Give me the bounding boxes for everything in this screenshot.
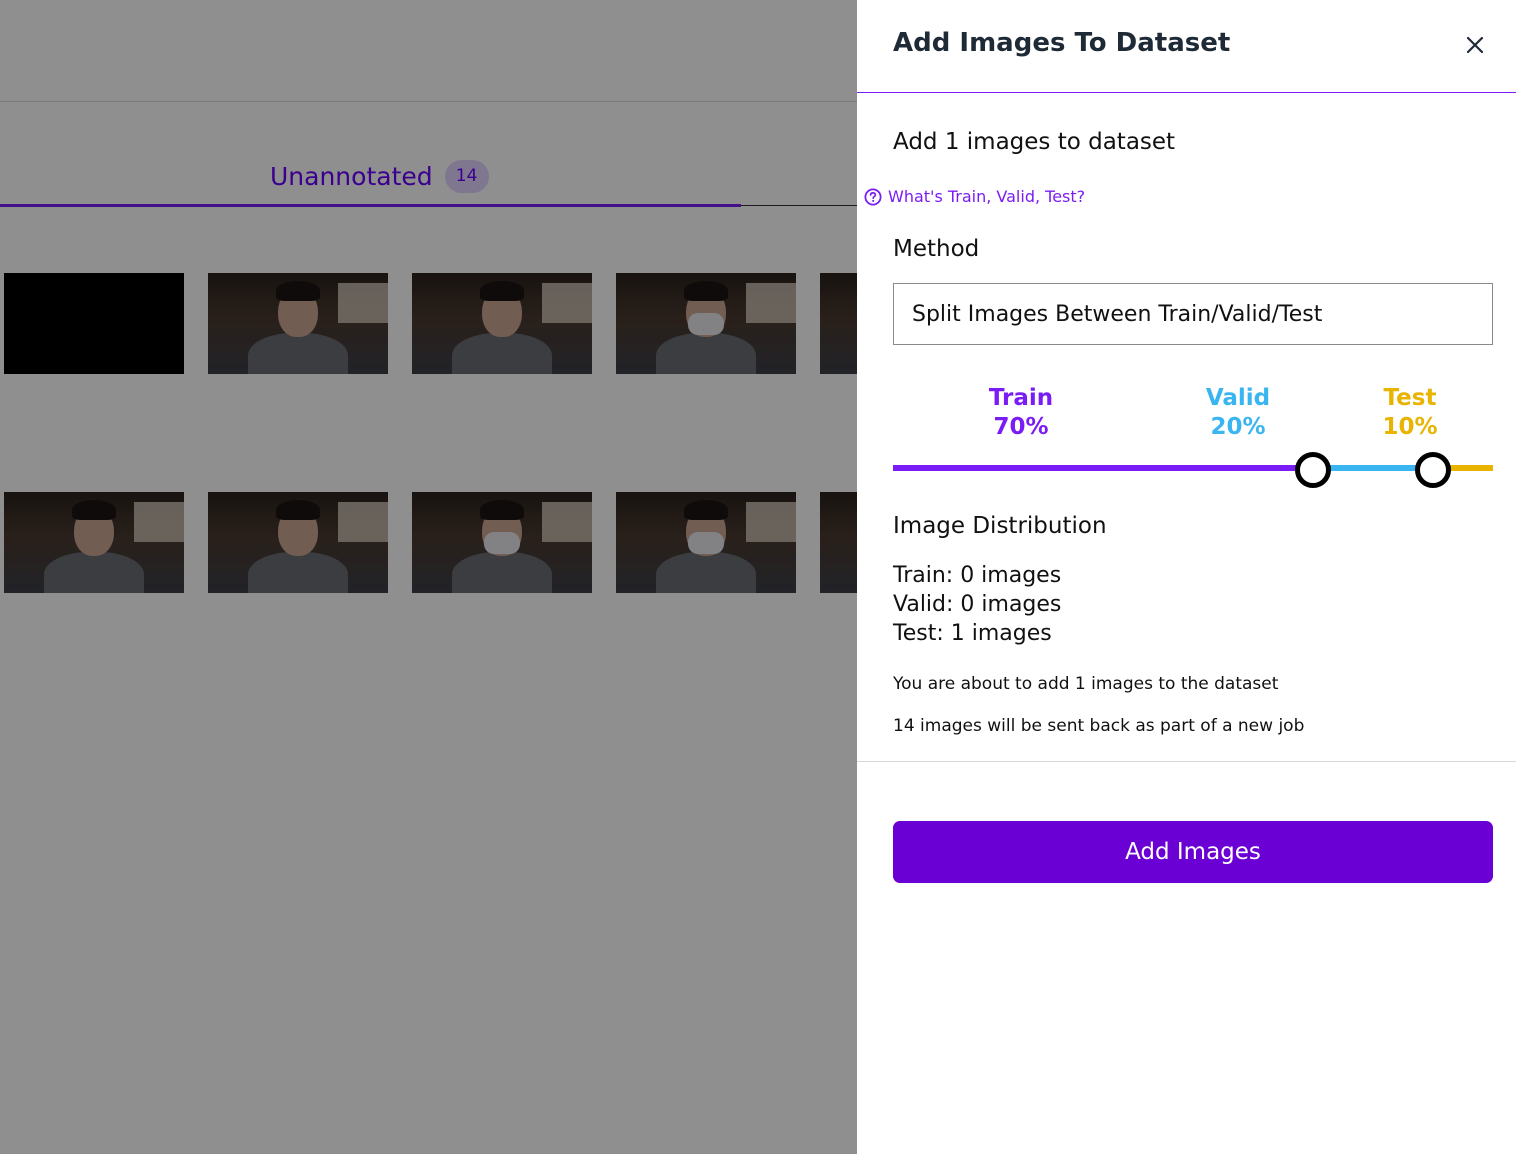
method-select[interactable]: Split Images Between Train/Valid/Test bbox=[893, 283, 1493, 345]
split-train-percent: 70% bbox=[993, 414, 1049, 440]
split-train-name: Train bbox=[988, 385, 1054, 411]
split-valid-name: Valid bbox=[1205, 385, 1271, 411]
split-test-name: Test bbox=[1383, 385, 1437, 411]
help-link-label: What's Train, Valid, Test? bbox=[888, 187, 1086, 206]
split-slider-track[interactable] bbox=[893, 465, 1493, 471]
method-select-value: Split Images Between Train/Valid/Test bbox=[912, 301, 1323, 327]
method-label: Method bbox=[893, 236, 980, 262]
close-icon bbox=[1466, 36, 1484, 54]
drawer-header: Add Images To Dataset bbox=[857, 0, 1516, 93]
add-images-drawer: Add Images To Dataset Add 1 images to da… bbox=[857, 0, 1516, 1154]
slider-handle-valid-test[interactable] bbox=[1415, 452, 1451, 488]
modal-backdrop[interactable] bbox=[0, 0, 857, 1154]
distribution-heading: Image Distribution bbox=[893, 513, 1107, 539]
split-train-label: Train 70% bbox=[966, 384, 1076, 442]
distribution-list: Train: 0 images Valid: 0 images Test: 1 … bbox=[893, 561, 1061, 648]
add-images-summary: You are about to add 1 images to the dat… bbox=[893, 674, 1279, 694]
distribution-valid: Valid: 0 images bbox=[893, 592, 1062, 617]
drawer-divider bbox=[857, 761, 1516, 762]
split-valid-label: Valid 20% bbox=[1183, 384, 1293, 442]
close-button[interactable] bbox=[1463, 30, 1487, 58]
slider-train-segment bbox=[893, 465, 1313, 471]
drawer-title: Add Images To Dataset bbox=[893, 28, 1231, 58]
slider-handle-train-valid[interactable] bbox=[1295, 452, 1331, 488]
distribution-test: Test: 1 images bbox=[893, 621, 1052, 646]
train-valid-test-help-link[interactable]: What's Train, Valid, Test? bbox=[864, 187, 1085, 206]
split-test-label: Test 10% bbox=[1355, 384, 1465, 442]
help-circle-icon bbox=[864, 188, 882, 205]
split-test-percent: 10% bbox=[1382, 414, 1438, 440]
drawer-subheading: Add 1 images to dataset bbox=[893, 129, 1176, 155]
split-valid-percent: 20% bbox=[1210, 414, 1266, 440]
add-images-button[interactable]: Add Images bbox=[893, 821, 1493, 883]
new-job-summary: 14 images will be sent back as part of a… bbox=[893, 716, 1305, 736]
distribution-train: Train: 0 images bbox=[893, 563, 1062, 588]
